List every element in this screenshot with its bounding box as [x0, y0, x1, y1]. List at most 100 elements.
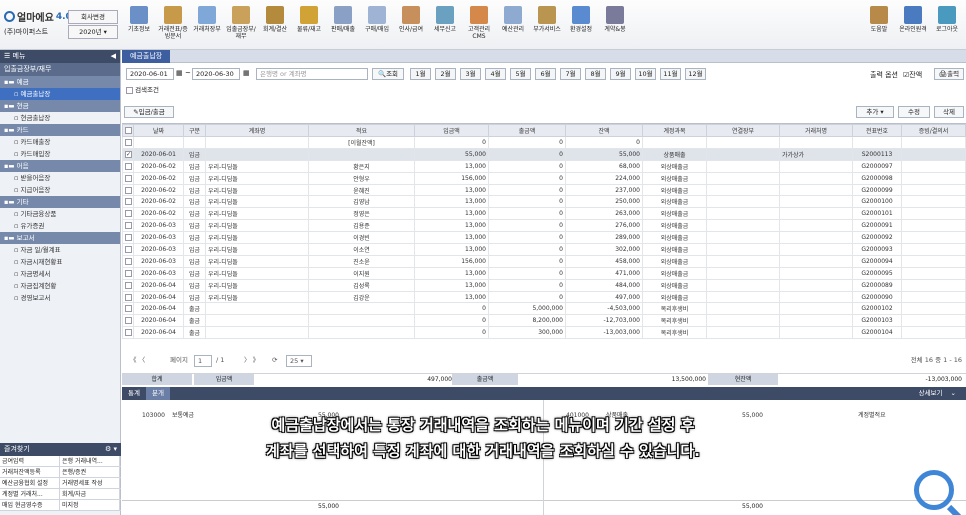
print-button[interactable]: 🖨출력 — [934, 68, 964, 80]
date-to-input[interactable]: 2020-06-30 — [192, 68, 240, 80]
row-checkbox[interactable] — [125, 174, 132, 182]
delete-button[interactable]: 삭제 — [934, 106, 964, 118]
toolbar-item[interactable]: 환경설정 — [564, 4, 598, 46]
row-checkbox[interactable] — [125, 293, 132, 301]
favorite-item[interactable]: 매입 현금영수증 — [0, 500, 60, 510]
table-row[interactable]: 2020-06-02 입금 우리-디딤돌 윤혜진 13,000 0 237,000 외상매출금… — [122, 183, 966, 197]
tab-deposit-ledger[interactable]: 예금출납장 — [122, 50, 171, 63]
favorite-item[interactable]: 거래명세표 작성 — [60, 478, 120, 488]
month-button[interactable]: 9월 — [610, 68, 631, 80]
favorite-item[interactable]: 거래처잔액등록 — [0, 467, 60, 477]
deposit-withdraw-button[interactable]: ✎입금/출금 — [124, 106, 174, 118]
row-checkbox[interactable] — [125, 186, 132, 194]
month-button[interactable]: 11월 — [660, 68, 681, 80]
row-checkbox[interactable] — [125, 162, 132, 170]
search-button[interactable]: 🔍조회 — [372, 68, 404, 80]
menu-group[interactable]: ▪▬ 보고서 — [0, 232, 120, 244]
search-condition-toggle[interactable]: 검색조건 — [126, 84, 159, 94]
tab-journal[interactable]: 분개 — [145, 387, 170, 400]
collapse-icon[interactable]: ◀ — [111, 50, 116, 63]
row-checkbox[interactable] — [125, 234, 132, 242]
menu-item[interactable]: ▫ 자금집계현황 — [0, 280, 120, 292]
toolbar-item[interactable]: 인사/급여 — [394, 4, 428, 46]
row-checkbox[interactable] — [125, 245, 132, 253]
month-button[interactable]: 7월 — [560, 68, 581, 80]
row-checkbox[interactable] — [125, 210, 132, 218]
toolbar-item[interactable]: 부가서비스 — [530, 4, 564, 46]
table-row[interactable]: 2020-06-02 입금 우리-디딤돌 안형우 156,000 0 224,000 외상매출… — [122, 171, 966, 185]
detail-view-toggle[interactable]: 상세보기 ⌄ — [907, 387, 962, 400]
table-row[interactable]: 2020-06-03 입금 우리-디딤돌 진소윤 156,000 0 458,000 외상매출… — [122, 254, 966, 268]
favorite-item[interactable]: 계정별 거래처... — [0, 489, 60, 499]
month-button[interactable]: 6월 — [535, 68, 556, 80]
month-button[interactable]: 10월 — [635, 68, 656, 80]
month-button[interactable]: 2월 — [435, 68, 456, 80]
favorite-item[interactable]: 미지정 — [60, 500, 120, 510]
table-row[interactable]: 2020-06-02 입금 우리-디딤돌 정영은 13,000 0 263,000 외상매출금… — [122, 207, 966, 221]
next-page-icon[interactable]: 〉 》 — [244, 353, 259, 368]
row-checkbox[interactable] — [125, 305, 132, 313]
date-from-input[interactable]: 2020-06-01 — [126, 68, 174, 80]
add-button[interactable]: 추가 ▾ — [856, 106, 894, 118]
table-row[interactable]: 2020-06-03 입금 우리-디딤돌 이소연 13,000 0 302,000 외상매출금… — [122, 243, 966, 256]
page-size-select[interactable]: 25 ▾ — [286, 355, 312, 367]
menu-item[interactable]: ▫ 지급어음장 — [0, 184, 120, 196]
row-checkbox[interactable] — [125, 269, 132, 277]
table-row[interactable]: 2020-06-02 입금 우리-디딤돌 황은지 13,000 0 68,000 외상매출금 G… — [122, 159, 966, 173]
month-button[interactable]: 1월 — [410, 68, 431, 80]
toolbar-item[interactable]: 회계/결산 — [258, 4, 292, 46]
table-row[interactable]: 2020-06-03 입금 우리-디딤돌 김용준 13,000 0 276,000 외상매출금… — [122, 219, 966, 233]
refresh-icon[interactable]: ⟳ — [272, 353, 277, 368]
table-row[interactable]: 2020-06-02 입금 우리-디딤돌 김영남 13,000 0 250,000 외상매출금… — [122, 195, 966, 209]
row-checkbox[interactable] — [125, 329, 132, 337]
table-row[interactable]: 2020-06-03 입금 우리-디딤돌 이경빈 13,000 0 289,000 외상매출금… — [122, 231, 966, 245]
toolbar-utility-item[interactable]: 온라인원격 — [896, 4, 930, 46]
menu-item[interactable]: ▫ 카드매출장 — [0, 136, 120, 148]
toolbar-item[interactable]: 계약&봉 — [598, 4, 632, 46]
year-select[interactable]: 2020년 ▾ — [68, 25, 118, 39]
tab-stats[interactable]: 통계 — [122, 387, 146, 400]
calendar-icon[interactable]: ▦ — [176, 69, 183, 77]
row-checkbox[interactable] — [125, 257, 132, 265]
select-all-checkbox[interactable] — [124, 127, 132, 134]
search-condition-checkbox[interactable] — [126, 86, 133, 94]
table-row[interactable]: ✓ 2020-06-01 입금 55,000 0 55,000 상품매출 가가상가 S20001… — [122, 147, 966, 161]
page-input[interactable]: 1 — [194, 355, 212, 367]
table-row[interactable]: 2020-06-04 출금 0 300,000 -13,003,000 복리후생비 G200… — [122, 326, 966, 340]
menu-item[interactable]: ▫ 자금명세서 — [0, 268, 120, 280]
row-checkbox[interactable] — [125, 222, 132, 230]
toolbar-item[interactable]: 입출금장부/재무 — [224, 4, 258, 46]
row-checkbox[interactable] — [125, 198, 132, 206]
toolbar-item[interactable]: 기초정보 — [122, 4, 156, 46]
menu-group[interactable]: ▪▬ 어음 — [0, 160, 120, 172]
toolbar-item[interactable]: 거래처장부 — [190, 4, 224, 46]
toolbar-utility-item[interactable]: 로그아웃 — [930, 4, 964, 46]
row-checkbox[interactable] — [125, 317, 132, 325]
favorite-item[interactable]: 예산금융협회 설정 — [0, 478, 60, 488]
menu-item[interactable]: ▫ 현금출납장 — [0, 112, 120, 124]
menu-item[interactable]: ▫ 예금출납장 — [0, 88, 120, 100]
menu-item[interactable]: ▫ 카드매입장 — [0, 148, 120, 160]
menu-group[interactable]: ▪▬ 현금 — [0, 100, 120, 112]
table-row[interactable]: [이월잔액] 0 0 0 — [122, 136, 966, 149]
menu-item[interactable]: ▫ 경영보고서 — [0, 292, 120, 304]
row-checkbox[interactable] — [125, 281, 132, 289]
toolbar-utility-item[interactable]: 도움말 — [862, 4, 896, 46]
favorite-item[interactable]: 회계/자금 — [60, 489, 120, 499]
first-page-icon[interactable]: 《 〈 — [130, 353, 145, 368]
row-checkbox[interactable] — [125, 138, 132, 146]
toolbar-item[interactable]: 판매/매출 — [326, 4, 360, 46]
table-row[interactable]: 2020-06-04 출금 0 8,200,000 -12,703,000 복리후생비 G2… — [122, 314, 966, 328]
month-button[interactable]: 8월 — [585, 68, 606, 80]
toolbar-item[interactable]: 세무신고 — [428, 4, 462, 46]
toolbar-item[interactable]: 물류/재고 — [292, 4, 326, 46]
table-row[interactable]: 2020-06-04 입금 우리-디딤돌 김강운 13,000 0 497,000 외상매출금… — [122, 290, 966, 304]
menu-item[interactable]: ▫ 자금 일/월계표 — [0, 244, 120, 256]
table-row[interactable]: 2020-06-04 입금 우리-디딤돌 김성록 13,000 0 484,000 외상매출금… — [122, 278, 966, 292]
month-button[interactable]: 3월 — [460, 68, 481, 80]
menu-item[interactable]: ▫ 자금시재현황표 — [0, 256, 120, 268]
toolbar-item[interactable]: 거래전표/증빙문서 — [156, 4, 190, 46]
menu-group[interactable]: ▪▬ 기타 — [0, 196, 120, 208]
menu-group[interactable]: ▪▬ 카드 — [0, 124, 120, 136]
row-checkbox[interactable]: ✓ — [125, 150, 132, 158]
